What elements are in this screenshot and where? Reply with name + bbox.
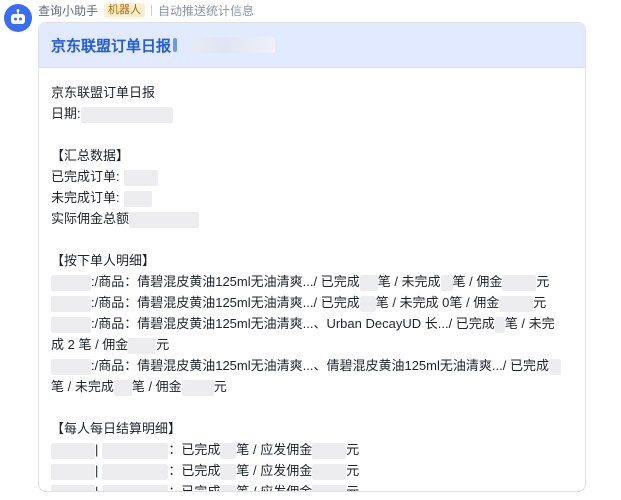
redacted-value — [220, 463, 237, 480]
card-header: 京东联盟订单日报 — [39, 23, 585, 68]
detail-row: :/商品：倩碧混皮黄油125ml无油清爽...、倩碧混皮黄油125ml无油清爽.… — [51, 355, 573, 397]
settle-commission: 笔 / 应发佣金 — [236, 442, 313, 457]
detail-row: :/商品：倩碧混皮黄油125ml无油清爽...、Urban DecayUD 长.… — [51, 313, 573, 355]
incomplete-orders-label: 未完成订单: — [51, 190, 120, 205]
detail-unit: 元 — [536, 274, 550, 289]
settle-commission: 笔 / 应发佣金 — [236, 463, 313, 478]
completed-orders-label: 已完成订单: — [51, 169, 120, 184]
settle-completed: ：已完成 — [168, 463, 221, 478]
detail-product: :/商品：倩碧混皮黄油125ml无油清爽...、Urban DecayUD 长.… — [91, 316, 449, 331]
detail-incomplete: 笔 / 未完成 0 — [375, 295, 450, 310]
settle-row: | ：已完成 笔 / 应发佣金 元 — [51, 481, 573, 492]
sender-name[interactable]: 查询小助手 — [38, 2, 98, 19]
detail-commission: 成 2 笔 / 佣金 — [51, 337, 129, 352]
detail-completed: / 已完成 — [313, 295, 360, 310]
redacted-title-suffix — [173, 38, 178, 52]
redacted-value — [359, 295, 376, 312]
settle-completed: ：已完成 — [168, 442, 221, 457]
redacted-date — [102, 463, 169, 480]
settle-unit: 元 — [346, 463, 360, 478]
summary-header: 【汇总数据】 — [51, 148, 130, 163]
detail-incomplete: 笔 / 未完成 — [51, 379, 114, 394]
detail-header: 【按下单人明细】 — [51, 253, 156, 268]
detail-commission: 笔 / 佣金 — [452, 274, 503, 289]
detail-commission: 笔 / 佣金 — [131, 379, 182, 394]
detail-row: :/商品：倩碧混皮黄油125ml无油清爽.../ 已完成 笔 / 未完成笔 / 佣… — [51, 271, 573, 292]
redacted-value — [502, 274, 537, 291]
redacted-value — [129, 211, 200, 228]
robot-avatar-icon[interactable] — [4, 4, 32, 32]
redacted-buyer — [51, 274, 91, 291]
settle-header: 【每人每日结算明细】 — [51, 421, 182, 436]
report-heading: 京东联盟订单日报 — [51, 85, 156, 100]
bot-badge: 机器人 — [104, 2, 146, 18]
date-line: 日期: — [51, 103, 573, 124]
settle-divider: | — [95, 442, 99, 457]
redacted-value — [220, 442, 237, 459]
redacted-value — [123, 190, 152, 207]
settle-divider: | — [95, 463, 99, 478]
redacted-value — [312, 442, 347, 459]
detail-incomplete: 笔 / 未完 — [504, 316, 555, 331]
card-title: 京东联盟订单日报 — [51, 37, 172, 55]
redacted-value — [220, 484, 237, 491]
redacted-date — [102, 442, 169, 459]
detail-incomplete: 笔 / 未完成 — [377, 274, 441, 289]
detail-product: :/商品：倩碧混皮黄油125ml无油清爽...、倩碧混皮黄油125ml无油清爽.… — [91, 358, 503, 373]
commission-total-label: 实际佣金总额 — [51, 211, 130, 226]
detail-commission: 笔 / 佣金 — [449, 295, 500, 310]
settle-completed: ：已完成 — [168, 484, 221, 492]
detail-unit: 元 — [533, 295, 547, 310]
redacted-person — [51, 442, 95, 459]
redacted-value — [312, 484, 347, 491]
redacted-value — [128, 337, 157, 354]
settle-divider: | — [95, 484, 99, 492]
redacted-value — [123, 169, 158, 186]
incomplete-orders-line: 未完成订单: — [51, 187, 573, 208]
message-card: 京东联盟订单日报 京东联盟订单日报 日期: 【汇总数据】 已完成订单: 未完成订… — [38, 22, 586, 492]
sender-description: 自动推送统计信息 — [158, 3, 255, 18]
redacted-title-date — [191, 37, 276, 53]
detail-unit: 元 — [213, 379, 227, 394]
detail-unit: 元 — [156, 337, 170, 352]
redacted-date — [80, 106, 173, 123]
redacted-value — [359, 274, 378, 291]
date-label: 日期: — [51, 106, 81, 121]
detail-completed: / 已完成 — [502, 358, 549, 373]
redacted-buyer — [51, 316, 91, 333]
settle-commission: 笔 / 应发佣金 — [236, 484, 313, 492]
redacted-value — [113, 379, 132, 396]
redacted-value — [494, 316, 505, 333]
settle-row: | ：已完成笔 / 应发佣金 元 — [51, 460, 573, 481]
redacted-value — [312, 463, 347, 480]
redacted-buyer — [51, 358, 91, 375]
redacted-value — [440, 274, 453, 291]
completed-orders-line: 已完成订单: — [51, 166, 573, 187]
redacted-value — [548, 358, 561, 375]
settle-unit: 元 — [346, 442, 360, 457]
detail-row: :/商品：倩碧混皮黄油125ml无油清爽.../ 已完成笔 / 未完成 0笔 /… — [51, 292, 573, 313]
redacted-person — [51, 463, 95, 480]
detail-product: :/商品：倩碧混皮黄油125ml无油清爽... — [91, 295, 314, 310]
redacted-value — [181, 379, 214, 396]
settle-unit: 元 — [346, 484, 360, 492]
detail-completed: / 已完成 — [313, 274, 360, 289]
redacted-date — [102, 484, 169, 491]
commission-total-line: 实际佣金总额 — [51, 208, 573, 229]
detail-completed: / 已完成 — [448, 316, 495, 331]
detail-product: :/商品：倩碧混皮黄油125ml无油清爽... — [91, 274, 314, 289]
redacted-value — [499, 295, 534, 312]
message-meta: 查询小助手 机器人 自动推送统计信息 — [38, 2, 254, 18]
redacted-buyer — [51, 295, 91, 312]
card-body: 京东联盟订单日报 日期: 【汇总数据】 已完成订单: 未完成订单: 实际佣金总额… — [39, 68, 585, 492]
settle-row: | ：已完成笔 / 应发佣金 元 — [51, 439, 573, 460]
redacted-person — [51, 484, 95, 491]
meta-divider — [151, 4, 153, 16]
